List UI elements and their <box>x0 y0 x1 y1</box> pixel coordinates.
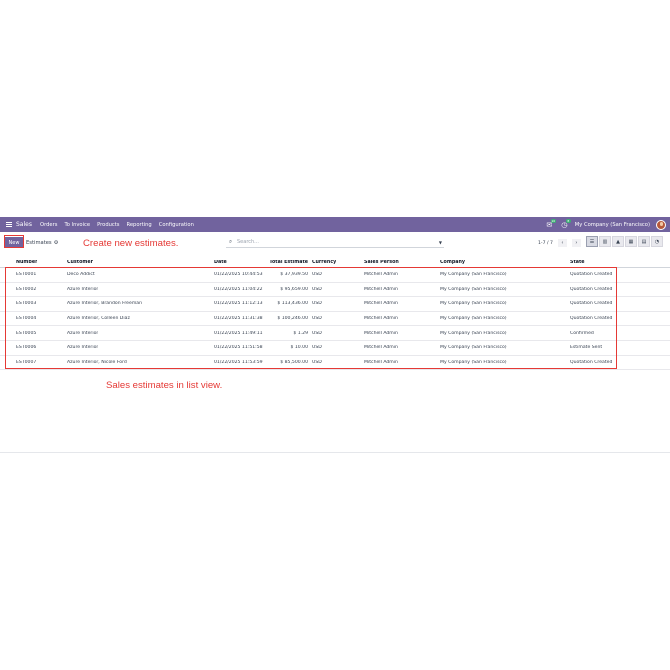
chat-icon[interactable]: ✉ 10 <box>545 219 556 229</box>
company-switcher[interactable]: My Company (San Francisco) <box>575 222 650 228</box>
list-view-annotation: Sales estimates in list view. <box>106 380 223 391</box>
activity-badge: 8 <box>565 219 571 223</box>
search-dropdown-caret-icon[interactable]: ▼ <box>439 240 442 245</box>
user-avatar[interactable] <box>656 219 666 230</box>
search-input[interactable]: Search... <box>237 239 259 245</box>
menu-configuration[interactable]: Configuration <box>159 222 194 228</box>
pager: 1-7 / 7 ‹ › <box>538 239 581 247</box>
pager-prev-icon[interactable]: ‹ <box>557 239 567 247</box>
menu-orders[interactable]: Orders <box>40 222 57 228</box>
calendar-view-icon[interactable]: ▤ <box>638 236 650 247</box>
gear-icon[interactable]: ⚙ <box>54 240 59 246</box>
view-switcher: ☰ ▥ ▲ ▦ ▤ ◔ <box>586 236 663 247</box>
apps-menu-icon[interactable] <box>2 217 16 232</box>
pager-value[interactable]: 1-7 / 7 <box>538 241 553 246</box>
header-number[interactable]: Number <box>16 260 37 265</box>
menu-to-invoice[interactable]: To Invoice <box>64 222 90 228</box>
new-button-annotation: Create new estimates. <box>83 238 179 249</box>
search-bar[interactable]: ⌕ Search... ▼ <box>226 237 444 248</box>
header-sales-person[interactable]: Sales Person <box>364 260 399 265</box>
activity-clock-icon[interactable]: ◷ 8 <box>560 219 571 229</box>
menu-reporting[interactable]: Reporting <box>127 222 152 228</box>
header-company[interactable]: Company <box>440 260 465 265</box>
new-button-highlight <box>4 235 24 248</box>
header-date[interactable]: Date <box>214 260 227 265</box>
pivot-view-icon[interactable]: ▦ <box>625 236 637 247</box>
menu-products[interactable]: Products <box>97 222 119 228</box>
kanban-view-icon[interactable]: ▥ <box>599 236 611 247</box>
pager-next-icon[interactable]: › <box>571 239 581 247</box>
top-navbar: Sales Orders To Invoice Products Reporti… <box>0 217 670 232</box>
header-customer[interactable]: Customer <box>67 260 93 265</box>
header-total[interactable]: Total Estimate <box>262 260 308 265</box>
breadcrumb: Estimates ⚙ <box>26 240 58 246</box>
app-name[interactable]: Sales <box>16 221 32 228</box>
chat-badge: 10 <box>550 219 556 223</box>
list-view-highlight <box>5 267 617 369</box>
list-view-icon[interactable]: ☰ <box>586 236 598 247</box>
header-currency[interactable]: Currency <box>312 260 336 265</box>
activity-view-icon[interactable]: ◔ <box>651 236 663 247</box>
header-state[interactable]: State <box>570 260 585 265</box>
breadcrumb-estimates: Estimates <box>26 240 52 246</box>
graph-view-icon[interactable]: ▲ <box>612 236 624 247</box>
search-icon: ⌕ <box>229 238 233 245</box>
